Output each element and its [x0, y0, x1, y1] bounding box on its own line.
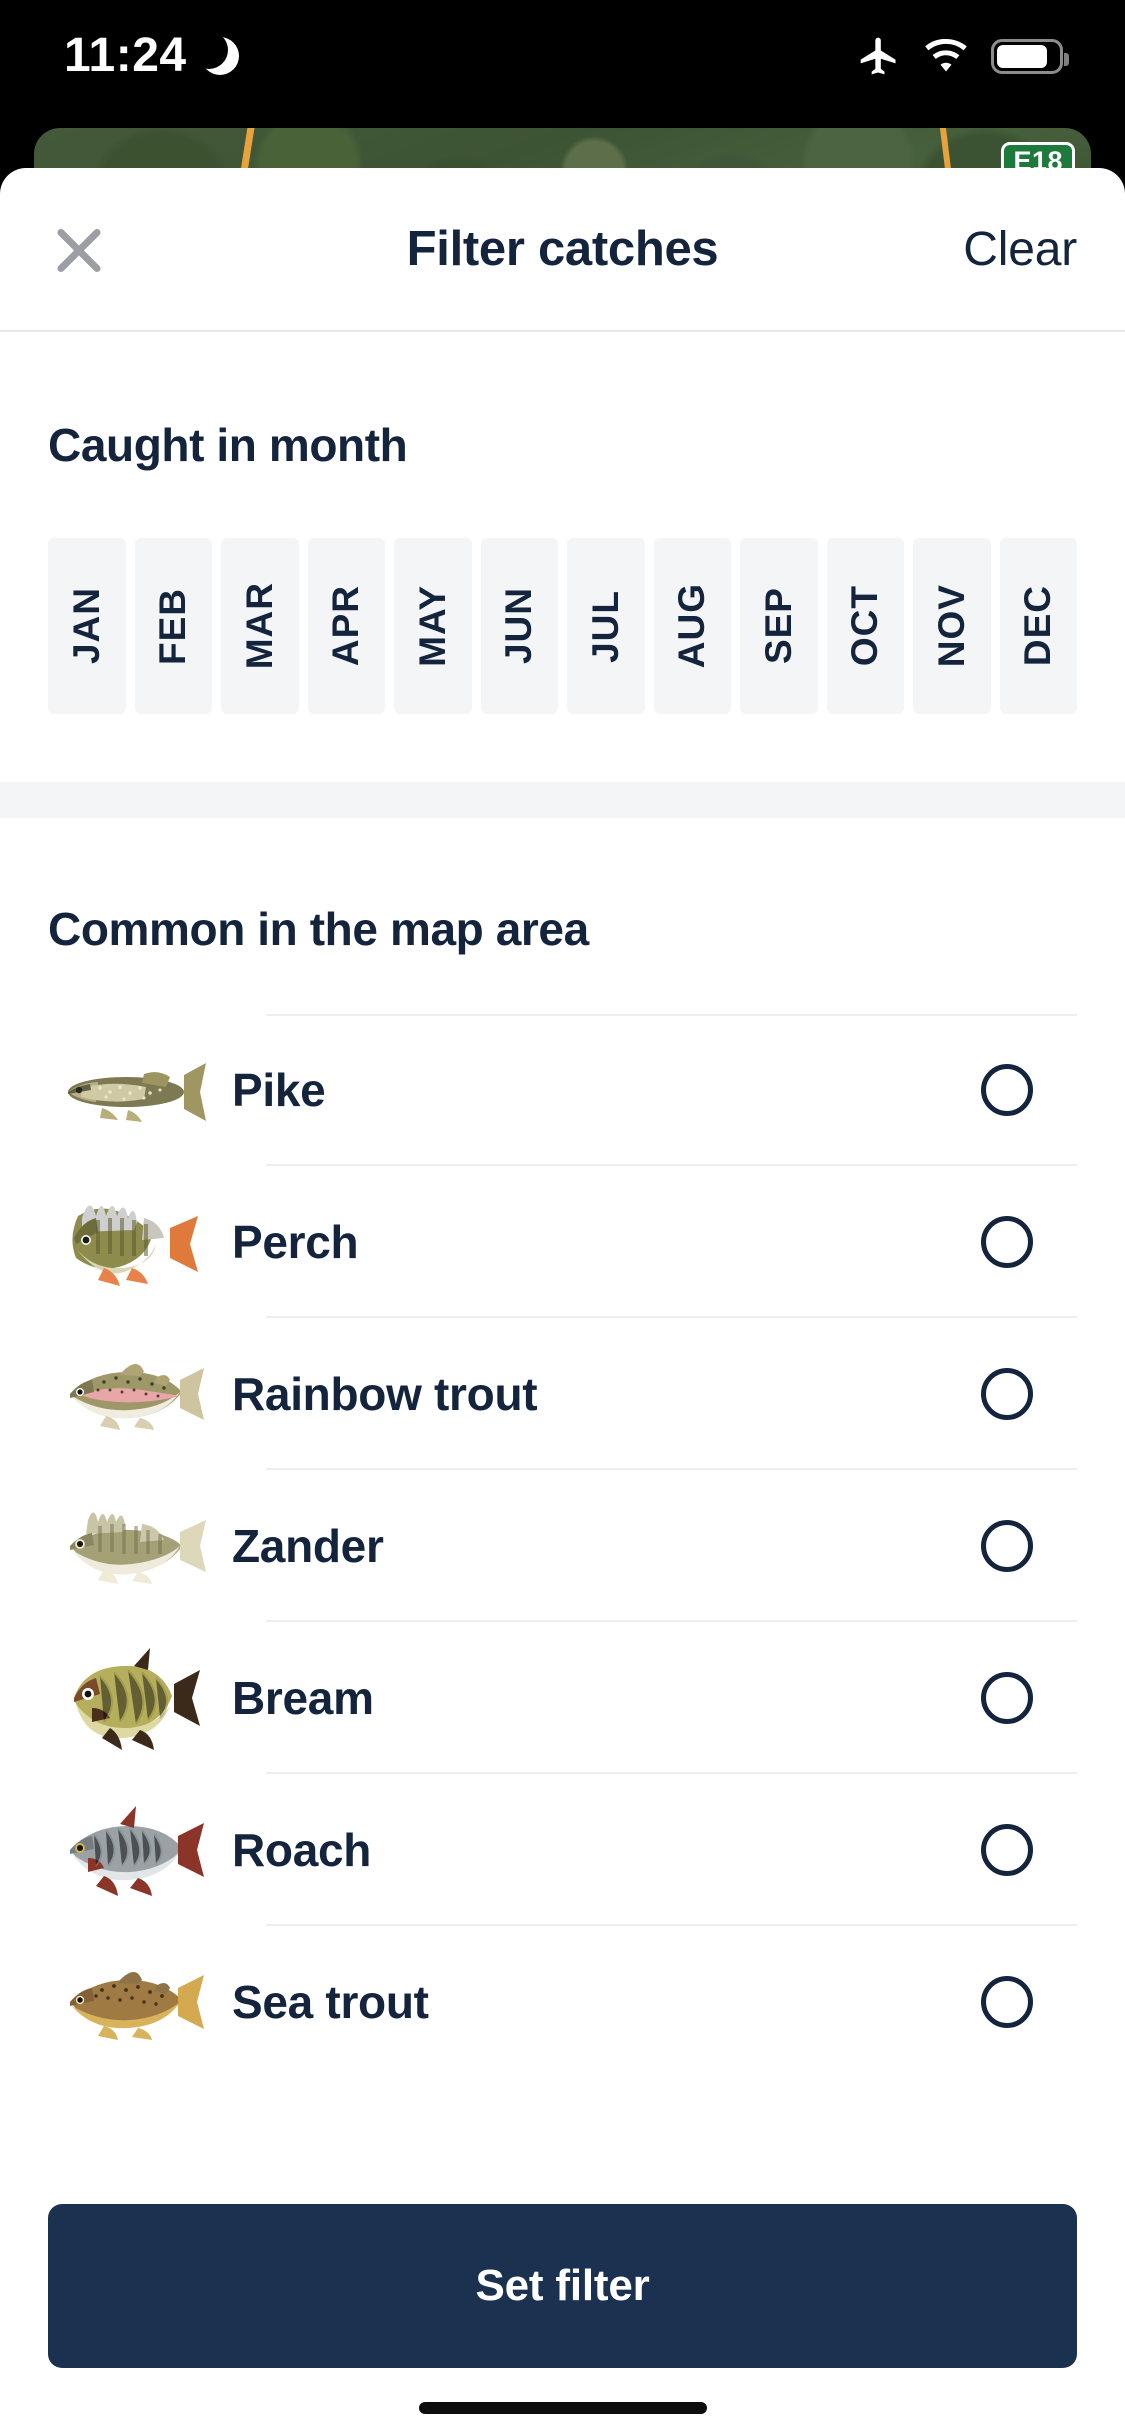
species-name: Sea trout [232, 1976, 429, 2028]
roach-fish-icon [48, 1790, 208, 1910]
species-list: Pike Perch Rainbow trout Zander Bream Ro… [48, 1014, 1077, 2078]
month-chip-label: MAR [238, 582, 280, 670]
clear-button[interactable]: Clear [963, 222, 1077, 277]
set-filter-button[interactable]: Set filter [48, 2204, 1077, 2368]
month-chip-aug[interactable]: AUG [653, 538, 731, 714]
list-item[interactable]: Bream [48, 1622, 1077, 1774]
sea-trout-fish-icon [48, 1942, 208, 2062]
section-title-month: Caught in month [48, 419, 408, 471]
month-chip-label: MAY [411, 585, 453, 667]
filter-sheet: Filter catches Clear Caught in month JAN… [0, 168, 1125, 2436]
species-radio[interactable] [981, 1064, 1033, 1116]
month-chip-may[interactable]: MAY [394, 538, 472, 714]
list-item[interactable]: Sea trout [48, 1926, 1077, 2078]
section-title-species: Common in the map area [48, 903, 589, 955]
month-chip-label: JUL [584, 589, 626, 663]
month-chip-dec[interactable]: DEC [999, 538, 1077, 714]
month-chip-oct[interactable]: OCT [826, 538, 904, 714]
species-radio[interactable] [981, 1824, 1033, 1876]
species-name: Bream [232, 1672, 374, 1724]
common-species-section: Common in the map area Pike Perch Rainbo… [0, 818, 1125, 2078]
species-radio[interactable] [981, 1520, 1033, 1572]
status-bar-right [857, 34, 1069, 78]
perch-fish-icon [48, 1182, 208, 1302]
month-chip-jan[interactable]: JAN [48, 538, 126, 714]
month-chip-mar[interactable]: MAR [221, 538, 299, 714]
status-bar-left: 11:24 [64, 29, 239, 82]
month-chip-label: FEB [152, 587, 194, 665]
moon-icon [189, 31, 239, 75]
section-divider-band [0, 782, 1125, 818]
month-chip-label: JUN [498, 587, 540, 665]
battery-icon [991, 38, 1069, 74]
sheet-body[interactable]: Caught in month JAN FEB MAR APR MAY JUN … [0, 332, 1125, 2436]
species-name: Pike [232, 1064, 326, 1116]
month-chip-label: NOV [930, 584, 972, 668]
page-title: Filter catches [406, 222, 719, 276]
month-chip-label: AUG [671, 583, 713, 669]
close-icon[interactable] [48, 218, 110, 280]
wifi-icon [923, 39, 969, 73]
status-bar-clock: 11:24 [64, 29, 187, 82]
species-radio[interactable] [981, 1368, 1033, 1420]
list-item[interactable]: Rainbow trout [48, 1318, 1077, 1470]
month-chip-grid: JAN FEB MAR APR MAY JUN JUL AUG SEP OCT … [48, 538, 1077, 714]
month-chip-label: JAN [65, 587, 107, 665]
list-item[interactable]: Pike [48, 1014, 1077, 1166]
month-chip-apr[interactable]: APR [307, 538, 385, 714]
month-chip-jun[interactable]: JUN [480, 538, 558, 714]
species-name: Rainbow trout [232, 1368, 538, 1420]
sheet-header: Filter catches Clear [0, 168, 1125, 332]
list-item[interactable]: Roach [48, 1774, 1077, 1926]
month-chip-label: OCT [844, 585, 886, 667]
species-name: Zander [232, 1520, 384, 1572]
zander-fish-icon [48, 1486, 208, 1606]
month-chip-sep[interactable]: SEP [740, 538, 818, 714]
month-chip-label: SEP [757, 587, 799, 665]
rainbow-trout-fish-icon [48, 1334, 208, 1454]
airplane-mode-icon [857, 34, 901, 78]
status-bar: 11:24 [0, 0, 1125, 112]
caught-in-month-section: Caught in month JAN FEB MAR APR MAY JUN … [0, 332, 1125, 714]
month-chip-label: APR [325, 585, 367, 667]
month-chip-feb[interactable]: FEB [134, 538, 212, 714]
month-chip-label: DEC [1017, 585, 1059, 667]
bream-fish-icon [48, 1638, 208, 1758]
month-chip-jul[interactable]: JUL [567, 538, 645, 714]
month-chip-nov[interactable]: NOV [913, 538, 991, 714]
species-radio[interactable] [981, 1672, 1033, 1724]
pike-fish-icon [48, 1030, 208, 1150]
list-item[interactable]: Zander [48, 1470, 1077, 1622]
species-name: Perch [232, 1216, 359, 1268]
species-radio[interactable] [981, 1216, 1033, 1268]
home-indicator [418, 2402, 707, 2414]
sheet-footer: Set filter [0, 2112, 1125, 2436]
species-radio[interactable] [981, 1976, 1033, 2028]
list-item[interactable]: Perch [48, 1166, 1077, 1318]
species-name: Roach [232, 1824, 372, 1876]
